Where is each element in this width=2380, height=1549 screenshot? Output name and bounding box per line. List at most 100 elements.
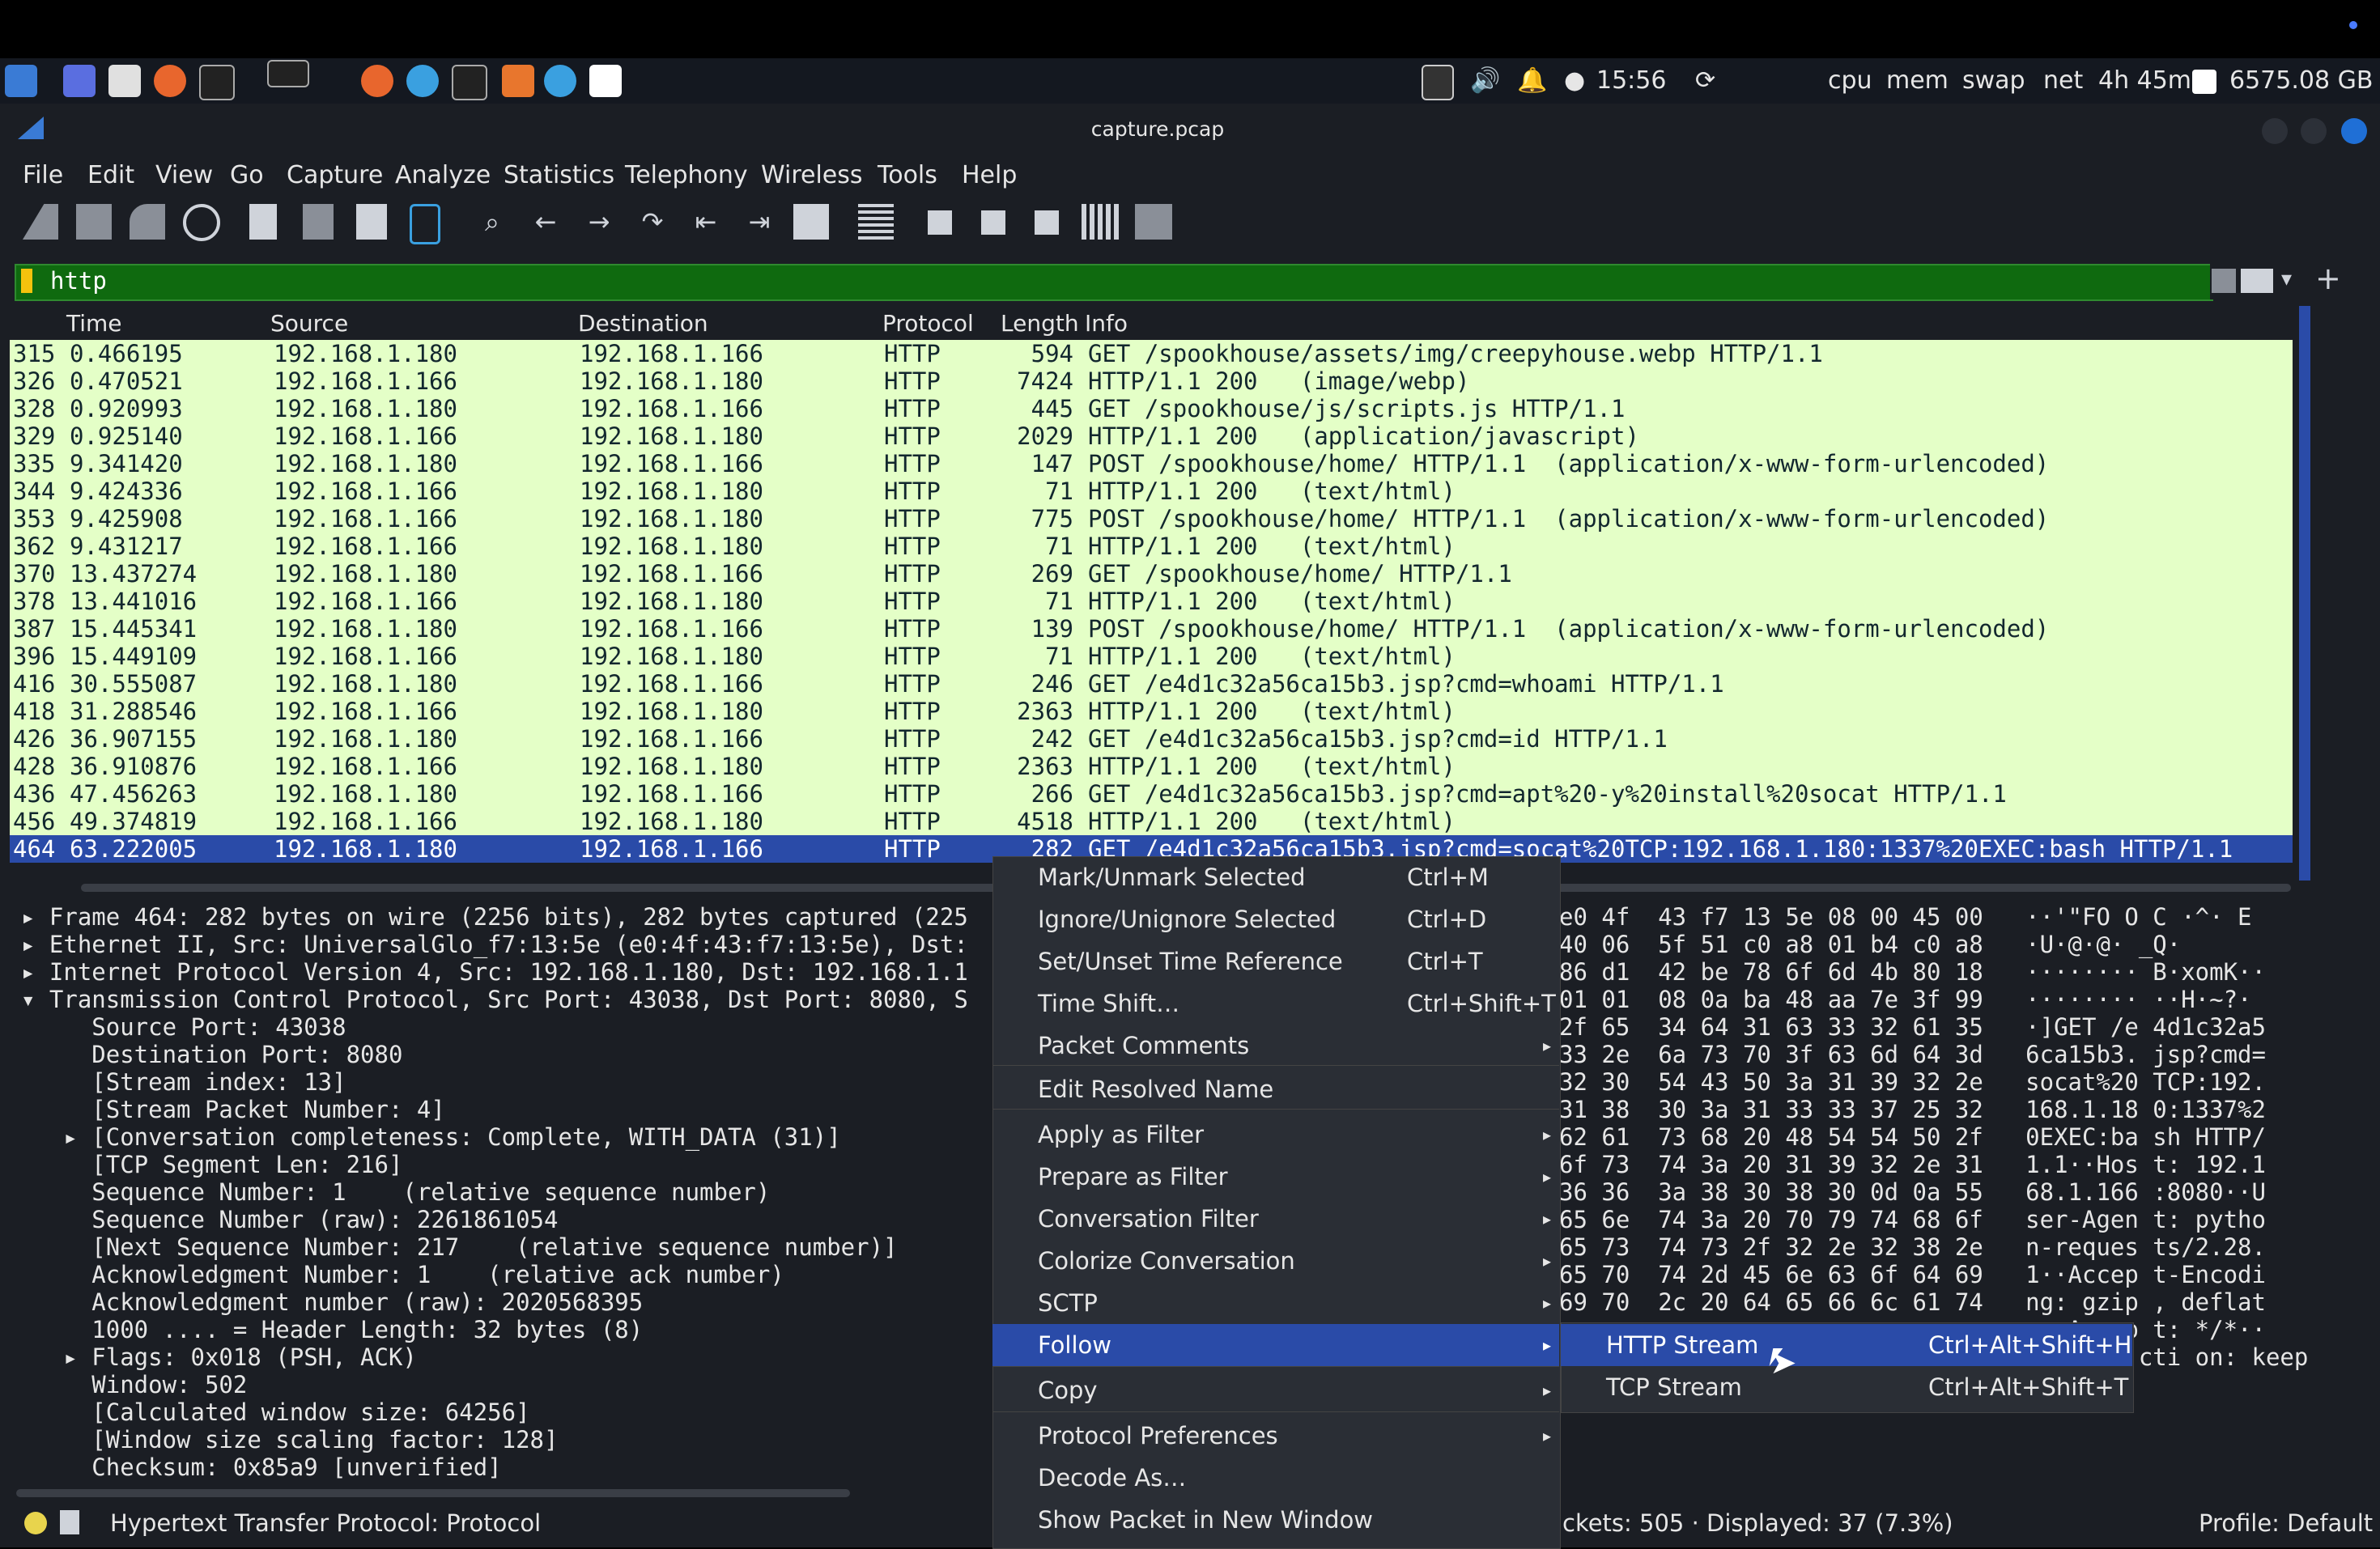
kali-menu-icon[interactable] <box>5 65 37 97</box>
context-menu-item[interactable]: Apply as Filter ▸ <box>992 1114 1559 1156</box>
detail-line[interactable]: ▸ Flags: 0x018 (PSH, ACK) <box>21 1343 417 1371</box>
save-file-icon[interactable] <box>303 204 334 240</box>
column-info[interactable]: Info <box>1085 308 1128 340</box>
context-menu-item[interactable]: Colorize Conversation ▸ <box>992 1240 1559 1282</box>
packet-row[interactable]: 396 15.449109 192.168.1.166 192.168.1.180 HT… <box>10 643 2293 670</box>
detail-line[interactable]: Source Port: 43038 <box>21 1013 346 1041</box>
autoscroll-icon[interactable] <box>793 204 829 240</box>
hex-line[interactable]: 33 2e 6a 73 70 3f 63 6d 64 3d 6ca15b3. j… <box>1559 1041 2266 1068</box>
detail-line[interactable]: Window: 502 <box>21 1371 247 1398</box>
shark-icon[interactable] <box>544 65 576 97</box>
display-filter-input[interactable]: http <box>50 264 107 298</box>
hex-line[interactable]: 31 38 30 3a 31 33 33 37 25 32 168.1.18 0… <box>1559 1096 2266 1123</box>
packet-row[interactable]: 362 9.431217 192.168.1.166 192.168.1.180 HTT… <box>10 533 2293 560</box>
packet-row[interactable]: 426 36.907155 192.168.1.180 192.168.1.166 HT… <box>10 725 2293 753</box>
status-profile-text[interactable]: Profile: Default <box>2199 1505 2373 1541</box>
detail-line[interactable]: Checksum: 0x85a9 [unverified] <box>21 1454 501 1481</box>
detail-line[interactable]: [Stream index: 13] <box>21 1068 346 1096</box>
context-menu-item[interactable]: Follow ▸ <box>992 1324 1559 1366</box>
packet-row[interactable]: 344 9.424336 192.168.1.166 192.168.1.180 HTT… <box>10 477 2293 505</box>
firefox-running-icon[interactable] <box>361 65 393 97</box>
menu-tools[interactable]: Tools <box>878 155 937 196</box>
context-menu-item[interactable]: Mark/Unmark Selected Ctrl+M <box>992 856 1559 898</box>
detail-line[interactable]: [Stream Packet Number: 4] <box>21 1096 445 1123</box>
normal-size-icon[interactable] <box>1035 210 1059 235</box>
menu-wireless[interactable]: Wireless <box>761 155 863 196</box>
column-source[interactable]: Source <box>270 308 348 340</box>
open-file-icon[interactable] <box>249 204 277 240</box>
hex-line[interactable]: 65 6e 74 3a 20 70 79 74 68 6f ser-Agen t… <box>1559 1206 2266 1233</box>
window-thumbnail-icon[interactable] <box>267 60 309 87</box>
find-packet-icon[interactable]: ⌕ <box>474 204 510 240</box>
minimize-button[interactable] <box>2262 118 2288 144</box>
packet-row[interactable]: 436 47.456263 192.168.1.180 192.168.1.166 HT… <box>10 780 2293 808</box>
notification-bell-icon[interactable]: 🔔 <box>1517 65 1547 97</box>
context-menu-item[interactable]: Prepare as Filter ▸ <box>992 1156 1559 1198</box>
detail-line[interactable]: ▾ Transmission Control Protocol, Src Por… <box>21 986 968 1013</box>
zoom-in-icon[interactable] <box>928 210 952 235</box>
packet-list-scrollbar[interactable] <box>2299 306 2310 881</box>
packet-row[interactable]: 428 36.910876 192.168.1.166 192.168.1.180 HT… <box>10 753 2293 780</box>
last-packet-icon[interactable]: ⇥ <box>742 204 777 240</box>
restart-capture-icon[interactable] <box>130 204 165 240</box>
detail-line[interactable]: [Calculated window size: 64256] <box>21 1398 529 1426</box>
hex-line[interactable]: 6f 73 74 3a 20 31 39 32 2e 31 1.1··Hos t… <box>1559 1151 2266 1178</box>
wireshark-running-icon[interactable] <box>406 65 439 97</box>
context-menu-item[interactable]: Packet Comments ▸ <box>992 1025 1559 1067</box>
context-menu-item[interactable]: Time Shift… Ctrl+Shift+T <box>992 982 1559 1025</box>
go-to-packet-icon[interactable]: ↷ <box>635 204 670 240</box>
follow-submenu-item[interactable]: TCP Stream Ctrl+Alt+Shift+T <box>1561 1366 2132 1408</box>
context-menu-item[interactable]: Show Packet in New Window <box>992 1499 1559 1541</box>
terminal-running-icon[interactable] <box>452 65 487 100</box>
first-packet-icon[interactable]: ⇤ <box>688 204 724 240</box>
stop-capture-icon[interactable] <box>76 204 112 240</box>
detail-line[interactable]: [Window size scaling factor: 128] <box>21 1426 558 1454</box>
detail-line[interactable]: Sequence Number (raw): 2261861054 <box>21 1206 558 1233</box>
detail-line[interactable]: ▸ [Conversation completeness: Complete, … <box>21 1123 840 1151</box>
packet-row[interactable]: 353 9.425908 192.168.1.166 192.168.1.180 HTT… <box>10 505 2293 533</box>
detail-line[interactable]: [Next Sequence Number: 217 (relative seq… <box>21 1233 897 1261</box>
packet-row[interactable]: 387 15.445341 192.168.1.180 192.168.1.166 HT… <box>10 615 2293 643</box>
bookmark-icon[interactable] <box>21 269 32 293</box>
hex-line[interactable]: 32 30 54 43 50 3a 31 39 32 2e socat%20 T… <box>1559 1068 2266 1096</box>
context-menu-item[interactable]: Set/Unset Time Reference Ctrl+T <box>992 940 1559 982</box>
hex-line[interactable]: 69 70 2c 20 64 65 66 6c 61 74 ng: gzip ,… <box>1559 1288 2266 1316</box>
hex-line[interactable]: 65 73 74 73 2f 32 2e 32 38 2e n-reques t… <box>1559 1233 2266 1261</box>
workspace-icon[interactable] <box>63 65 96 97</box>
column-destination[interactable]: Destination <box>578 308 708 340</box>
go-forward-icon[interactable]: → <box>581 204 617 240</box>
context-menu-item[interactable]: SCTP ▸ <box>992 1282 1559 1324</box>
filter-dropdown-icon[interactable]: ▾ <box>2281 267 2292 291</box>
resize-columns-icon[interactable] <box>1082 204 1119 240</box>
menu-statistics[interactable]: Statistics <box>504 155 614 196</box>
packet-row[interactable]: 418 31.288546 192.168.1.166 192.168.1.180 HT… <box>10 698 2293 725</box>
colorize-icon[interactable] <box>858 204 894 240</box>
packet-row[interactable]: 329 0.925140 192.168.1.166 192.168.1.180 HTT… <box>10 422 2293 450</box>
context-menu-item[interactable]: Protocol Preferences ▸ <box>992 1415 1559 1457</box>
hex-line[interactable]: 40 06 5f 51 c0 a8 01 b4 c0 a8 ·U·@·@· _Q… <box>1559 931 2181 958</box>
detail-line[interactable]: Acknowledgment number (raw): 2020568395 <box>21 1288 643 1316</box>
edit-comment-icon[interactable] <box>60 1510 79 1534</box>
menu-capture[interactable]: Capture <box>287 155 383 196</box>
reload-file-icon[interactable] <box>410 204 440 244</box>
menu-edit[interactable]: Edit <box>87 155 134 196</box>
hex-line[interactable]: e0 4f 43 f7 13 5e 08 00 45 00 ··'"FO O C… <box>1559 903 2252 931</box>
detail-line[interactable]: ▸ Frame 464: 282 bytes on wire (2256 bit… <box>21 903 968 931</box>
close-file-icon[interactable] <box>356 204 387 240</box>
clear-filter-icon[interactable] <box>2212 269 2236 293</box>
packet-row[interactable]: 370 13.437274 192.168.1.180 192.168.1.166 HT… <box>10 560 2293 588</box>
menu-view[interactable]: View <box>155 155 213 196</box>
hex-line[interactable]: 65 70 74 2d 45 6e 63 6f 64 69 1··Accep t… <box>1559 1261 2266 1288</box>
detail-line[interactable]: ▸ Internet Protocol Version 4, Src: 192.… <box>21 958 968 986</box>
display-icon[interactable] <box>1422 65 1454 100</box>
terminal-icon[interactable] <box>199 65 235 100</box>
detail-line[interactable]: 1000 .... = Header Length: 32 bytes (8) <box>21 1316 643 1343</box>
column-length[interactable]: Length <box>1001 308 1079 340</box>
context-menu-item[interactable]: Edit Resolved Name <box>992 1068 1559 1110</box>
hex-line[interactable]: 62 61 73 68 20 48 54 54 50 2f 0EXEC:ba s… <box>1559 1123 2266 1151</box>
packet-row[interactable]: 328 0.920993 192.168.1.180 192.168.1.166 HTT… <box>10 395 2293 422</box>
column-time[interactable]: Time <box>66 308 122 340</box>
detail-line[interactable]: [TCP Segment Len: 216] <box>21 1151 402 1178</box>
context-menu-item[interactable]: Ignore/Unignore Selected Ctrl+D <box>992 898 1559 940</box>
go-back-icon[interactable]: ← <box>528 204 563 240</box>
